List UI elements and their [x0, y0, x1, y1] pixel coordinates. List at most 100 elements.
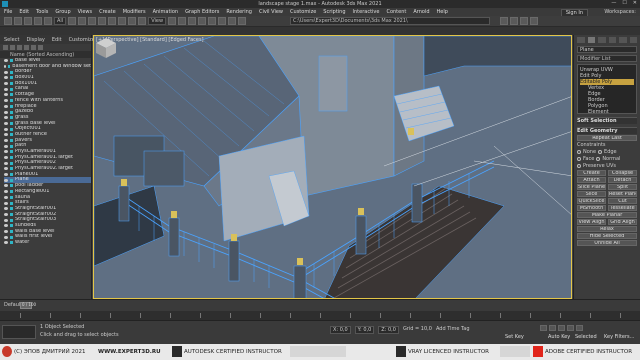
visibility-eye-icon[interactable] [4, 82, 8, 86]
named-selection-icon[interactable] [218, 17, 227, 25]
light-filter-icon[interactable] [24, 45, 29, 50]
bind-spacewarp-icon[interactable] [44, 17, 52, 25]
x-coordinate[interactable]: X: 0,0 [330, 326, 351, 334]
rect-selection-icon[interactable] [88, 17, 97, 25]
menu-arnold[interactable]: Arnold [413, 9, 429, 15]
move-icon[interactable] [108, 17, 117, 25]
scene-object-row[interactable]: water [4, 240, 91, 246]
create-button[interactable]: Create [577, 170, 606, 176]
visibility-eye-icon[interactable] [4, 184, 8, 188]
project-path-field[interactable]: C:\Users\Expert3D\Documents\3ds Max 2021… [290, 17, 490, 25]
material-editor-icon[interactable] [500, 17, 508, 25]
view-align-button[interactable]: View Align [577, 219, 606, 225]
visibility-eye-icon[interactable] [4, 110, 8, 114]
menu-group[interactable]: Group [55, 9, 70, 15]
cut-button[interactable]: Cut [608, 198, 637, 204]
modifier-stack-item[interactable]: Element [580, 109, 634, 115]
visibility-eye-icon[interactable] [4, 201, 8, 205]
visibility-eye-icon[interactable] [4, 104, 8, 108]
reference-coordinate-system[interactable]: View [148, 17, 167, 25]
selection-filter[interactable]: All [54, 17, 67, 25]
app-logo-icon[interactable] [2, 1, 8, 7]
key-filters-button[interactable]: Key Filters... [604, 334, 634, 340]
angle-snap-icon[interactable] [188, 17, 197, 25]
unhide-all-button[interactable]: Unhide All [577, 240, 637, 246]
modifier-list-dropdown[interactable]: Modifier List [577, 55, 637, 62]
menu-graph-editors[interactable]: Graph Editors [185, 9, 219, 15]
align-icon[interactable] [238, 17, 247, 25]
visibility-eye-icon[interactable] [4, 207, 8, 211]
menu-views[interactable]: Views [78, 9, 92, 15]
menu-civil-view[interactable]: Civil View [259, 9, 283, 15]
soft-selection-rollout[interactable]: Soft Selection [577, 117, 637, 124]
visibility-eye-icon[interactable] [4, 70, 8, 74]
msmooth-button[interactable]: MSmooth [577, 205, 606, 211]
repeat-last-button[interactable]: Repeat Last [577, 135, 637, 141]
visibility-eye-icon[interactable] [4, 167, 8, 171]
workspaces-label[interactable]: Workspaces: [604, 9, 636, 15]
play-icon[interactable] [558, 325, 565, 331]
visibility-eye-icon[interactable] [4, 138, 8, 142]
reset-plane-button[interactable]: Reset Plane [608, 191, 637, 197]
display-tab-icon[interactable] [619, 37, 627, 43]
next-frame-icon[interactable] [567, 325, 574, 331]
visibility-eye-icon[interactable] [4, 121, 8, 125]
perspective-viewport[interactable]: [+] [Perspective] [Standard] [Edged Face… [93, 35, 572, 299]
visibility-eye-icon[interactable] [4, 87, 8, 91]
make-planar-button[interactable]: Make Planar [577, 212, 637, 218]
filter-icon[interactable] [3, 45, 8, 50]
previous-frame-icon[interactable] [549, 325, 556, 331]
collapse-button[interactable]: Collapse [608, 170, 637, 176]
visibility-eye-icon[interactable] [4, 178, 8, 182]
visibility-eye-icon[interactable] [4, 224, 8, 228]
tab-display[interactable]: Display [26, 37, 44, 43]
pivot-center-icon[interactable] [168, 17, 177, 25]
visibility-eye-icon[interactable] [4, 150, 8, 154]
z-coordinate[interactable]: Z: 0,0 [378, 326, 399, 334]
visibility-eye-icon[interactable] [4, 241, 8, 245]
visibility-eye-icon[interactable] [4, 133, 8, 137]
shape-filter-icon[interactable] [17, 45, 22, 50]
visibility-eye-icon[interactable] [4, 93, 8, 97]
go-to-end-icon[interactable] [576, 325, 583, 331]
attach-button[interactable]: Attach [577, 177, 606, 183]
undo-icon[interactable] [4, 17, 12, 25]
tab-customize[interactable]: Customize [69, 37, 95, 43]
visibility-eye-icon[interactable] [4, 116, 8, 120]
menu-scripting[interactable]: Scripting [323, 9, 345, 15]
render-frame-icon[interactable] [520, 17, 528, 25]
menu-edit[interactable]: Edit [19, 9, 29, 15]
track-bar[interactable] [0, 311, 640, 320]
viewcube-icon[interactable] [94, 36, 118, 60]
y-coordinate[interactable]: Y: 0,0 [354, 326, 375, 334]
scene-explorer-header[interactable]: Name (Sorted Ascending) [0, 51, 91, 58]
select-by-name-icon[interactable] [78, 17, 87, 25]
menu-help[interactable]: Help [437, 9, 448, 15]
spinner-snap-icon[interactable] [208, 17, 217, 25]
percent-snap-icon[interactable] [198, 17, 207, 25]
visibility-eye-icon[interactable] [4, 218, 8, 222]
hierarchy-tab-icon[interactable] [598, 37, 606, 43]
unlink-icon[interactable] [34, 17, 42, 25]
tab-select[interactable]: Select [4, 37, 19, 43]
scale-icon[interactable] [128, 17, 137, 25]
placement-icon[interactable] [138, 17, 147, 25]
menu-interactive[interactable]: Interactive [353, 9, 380, 15]
rotate-icon[interactable] [118, 17, 127, 25]
camera-filter-icon[interactable] [31, 45, 36, 50]
helper-filter-icon[interactable] [38, 45, 43, 50]
link-icon[interactable] [24, 17, 32, 25]
visibility-eye-icon[interactable] [4, 161, 8, 165]
menu-content[interactable]: Content [386, 9, 406, 15]
tessellate-button[interactable]: Tessellate [608, 205, 637, 211]
visibility-eye-icon[interactable] [4, 173, 8, 177]
quickslice-button[interactable]: QuickSlice [577, 198, 606, 204]
split-button[interactable]: Split [608, 184, 637, 190]
go-to-start-icon[interactable] [540, 325, 547, 331]
slice-plane-button[interactable]: Slice Plane [577, 184, 606, 190]
render-setup-icon[interactable] [510, 17, 518, 25]
visibility-eye-icon[interactable] [4, 99, 8, 103]
hide-selected-button[interactable]: Hide Selected [577, 233, 637, 239]
menu-modifiers[interactable]: Modifiers [123, 9, 146, 15]
visibility-eye-icon[interactable] [4, 156, 8, 160]
